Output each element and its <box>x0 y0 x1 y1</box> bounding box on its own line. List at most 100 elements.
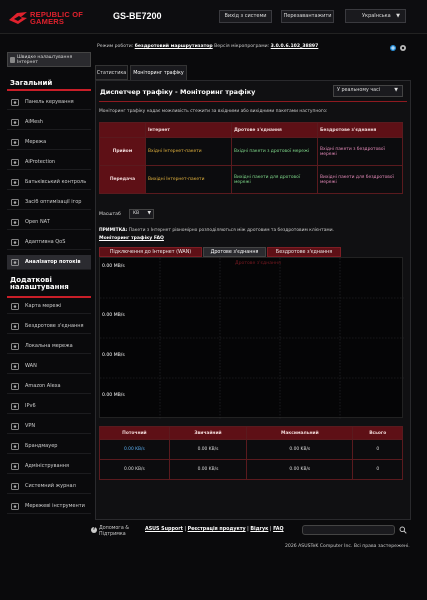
sidebar-item-vpn[interactable]: VPN <box>7 419 91 434</box>
faq-footer-link[interactable]: FAQ <box>273 527 284 532</box>
graph-title: Дротове з'єднання <box>235 261 281 266</box>
sidebar-item-label: WAN <box>25 363 37 369</box>
help-line2: Підтримка <box>99 532 126 537</box>
gear-icon[interactable] <box>400 45 406 51</box>
sidebar-item-analyzer[interactable]: Аналізатор потоків <box>7 255 91 270</box>
brand-text: REPUBLIC OF GAMERS <box>30 11 83 26</box>
sidebar-item-map[interactable]: Карта мережі <box>7 299 91 314</box>
graph-tab-wan[interactable]: Підключення до Інтернет (WAN) <box>99 247 202 257</box>
help-support-link[interactable]: ? Допомога & Підтримка <box>91 526 129 538</box>
general-header: Загальний <box>7 78 91 91</box>
sidebar-item-admin[interactable]: Адміністрування <box>7 459 91 474</box>
sidebar-item-alexa[interactable]: Amazon Alexa <box>7 379 91 394</box>
chevron-down-icon: ▼ <box>394 88 398 93</box>
search-icon[interactable] <box>399 526 407 534</box>
legend-header-wired: Дротове з'єднання <box>231 122 318 138</box>
main-content: Статистика Моніторинг трафіку Диспетчер … <box>95 60 411 520</box>
stats-max-2: 0.00 KB/s <box>246 459 354 480</box>
firmware-label: Версія мікропрограми: <box>214 44 270 49</box>
tab-traffic-monitor[interactable]: Моніторинг трафіку <box>130 65 187 80</box>
graph-grid <box>100 258 404 419</box>
question-icon: ? <box>91 527 97 533</box>
legend-table: Інтернет Дротове з'єднання Бездротове з'… <box>99 122 403 194</box>
sidebar-item-parental[interactable]: Батьківський контроль <box>7 175 91 190</box>
sidebar-item-label: Локальна мережа <box>25 343 73 349</box>
sidebar-item-globe[interactable]: WAN <box>7 359 91 374</box>
reboot-button[interactable]: Перезавантажити <box>281 10 334 23</box>
sidebar-item-lan[interactable]: Локальна мережа <box>7 339 91 354</box>
dashboard-icon <box>11 99 19 106</box>
map-icon <box>11 303 19 310</box>
rx-internet: Вхідні Інтернет-пакети <box>145 137 232 166</box>
scale-select[interactable]: KB ▼ <box>129 209 154 219</box>
sidebar-item-label: Бездротове з'єднання <box>25 323 84 329</box>
asus-support-link[interactable]: ASUS Support <box>145 527 183 532</box>
legend-header-internet: Інтернет <box>145 122 232 138</box>
sidebar-item-label: Панель керування <box>25 99 74 105</box>
model-name: GS-BE7200 <box>113 11 162 21</box>
logout-button[interactable]: Вихід з системи <box>219 10 272 23</box>
qos-icon <box>11 239 19 246</box>
firmware-link[interactable]: 3.0.0.6.102_38897 <box>271 44 319 49</box>
advanced-header: Додаткові налаштування <box>7 276 91 298</box>
stats-current-2: 0.00 KB/s <box>99 459 170 480</box>
footer: ? Допомога & Підтримка ASUS Support | Ре… <box>0 522 427 562</box>
tools-icon <box>11 503 19 510</box>
sidebar-item-aimesh[interactable]: AiMesh <box>7 115 91 130</box>
sidebar-item-qis[interactable]: Швидке налаштування Інтернет <box>7 52 91 67</box>
page-title: Диспетчер трафіку - Моніторинг трафіку <box>100 88 256 96</box>
sidebar-item-label: Батьківський контроль <box>25 179 87 185</box>
parental-icon <box>11 179 19 186</box>
sidebar-item-tools[interactable]: Мережеві інструменти <box>7 499 91 514</box>
realtime-select[interactable]: У реальному часі ▼ <box>333 85 403 97</box>
table-row: 0.00 KB/s 0.00 KB/s 0.00 KB/s 0 <box>99 459 403 480</box>
language-select[interactable]: Українська ▼ <box>345 9 406 23</box>
wifi-icon <box>11 323 19 330</box>
chevron-down-icon: ▼ <box>147 211 151 216</box>
sidebar-item-qos[interactable]: Адаптивна QoS <box>7 235 91 250</box>
sidebar-item-wifi[interactable]: Бездротове з'єднання <box>7 319 91 334</box>
firewall-icon <box>11 443 19 450</box>
sidebar-item-label: Amazon Alexa <box>25 383 61 389</box>
sidebar-item-label: Аналізатор потоків <box>25 259 81 265</box>
sidebar-item-game[interactable]: Засіб оптимізації ігор <box>7 195 91 210</box>
sidebar-item-label: VPN <box>25 423 36 429</box>
graph-tick-3: 0.00 MB/s <box>102 353 125 358</box>
traffic-graph: Дротове з'єднання 0.00 MB/s 0.00 MB/s 0.… <box>99 257 404 419</box>
brand-line2: GAMERS <box>30 17 65 26</box>
nat-icon <box>11 219 19 226</box>
graph-tab-wired[interactable]: Дротове з'єднання <box>203 247 266 257</box>
mode-link[interactable]: бездротовий маршрутизатор <box>135 44 213 49</box>
sidebar-item-dashboard[interactable]: Панель керування <box>7 95 91 110</box>
note-body: Пакети з Інтернет рівномірно розподіляют… <box>127 228 334 233</box>
log-icon <box>11 483 19 490</box>
stats-total-1: 0 <box>352 439 403 460</box>
shield-icon <box>11 159 19 166</box>
sidebar-item-network[interactable]: Мережа <box>7 135 91 150</box>
language-value: Українська <box>362 13 391 19</box>
graph-tab-wireless[interactable]: Бездротове з'єднання <box>267 247 341 257</box>
game-icon <box>11 199 19 206</box>
network-status-icon[interactable] <box>390 45 396 51</box>
sidebar-item-label: Системний журнал <box>25 483 76 489</box>
sidebar-item-log[interactable]: Системний журнал <box>7 479 91 494</box>
stats-header-total: Всього <box>352 426 403 440</box>
rog-logo[interactable]: REPUBLIC OF GAMERS <box>8 8 106 30</box>
product-registration-link[interactable]: Реєстрація продукту <box>188 527 246 532</box>
tx-wireless: Вихідні пакети для бездротової мережі <box>317 165 403 194</box>
feedback-link[interactable]: Відгук <box>250 527 268 532</box>
sidebar-item-label: Засіб оптимізації ігор <box>25 199 82 205</box>
sidebar-item-nat[interactable]: Open NAT <box>7 215 91 230</box>
tab-statistics[interactable]: Статистика <box>95 65 128 80</box>
sidebar-item-ipv6[interactable]: IPv6 <box>7 399 91 414</box>
stats-header-average: Звичайний <box>168 426 248 440</box>
faq-link[interactable]: Моніторинг трафіку FAQ <box>99 236 164 241</box>
qis-icon <box>10 57 15 63</box>
stats-total-2: 0 <box>352 459 403 480</box>
sidebar-item-firewall[interactable]: Брандмауер <box>7 439 91 454</box>
search-input[interactable] <box>302 525 395 535</box>
table-row: 0.00 KB/s 0.00 KB/s 0.00 KB/s 0 <box>99 439 403 460</box>
legend-corner <box>99 122 146 138</box>
sidebar-item-shield[interactable]: AiProtection <box>7 155 91 170</box>
sidebar-item-label: AiProtection <box>25 159 56 165</box>
